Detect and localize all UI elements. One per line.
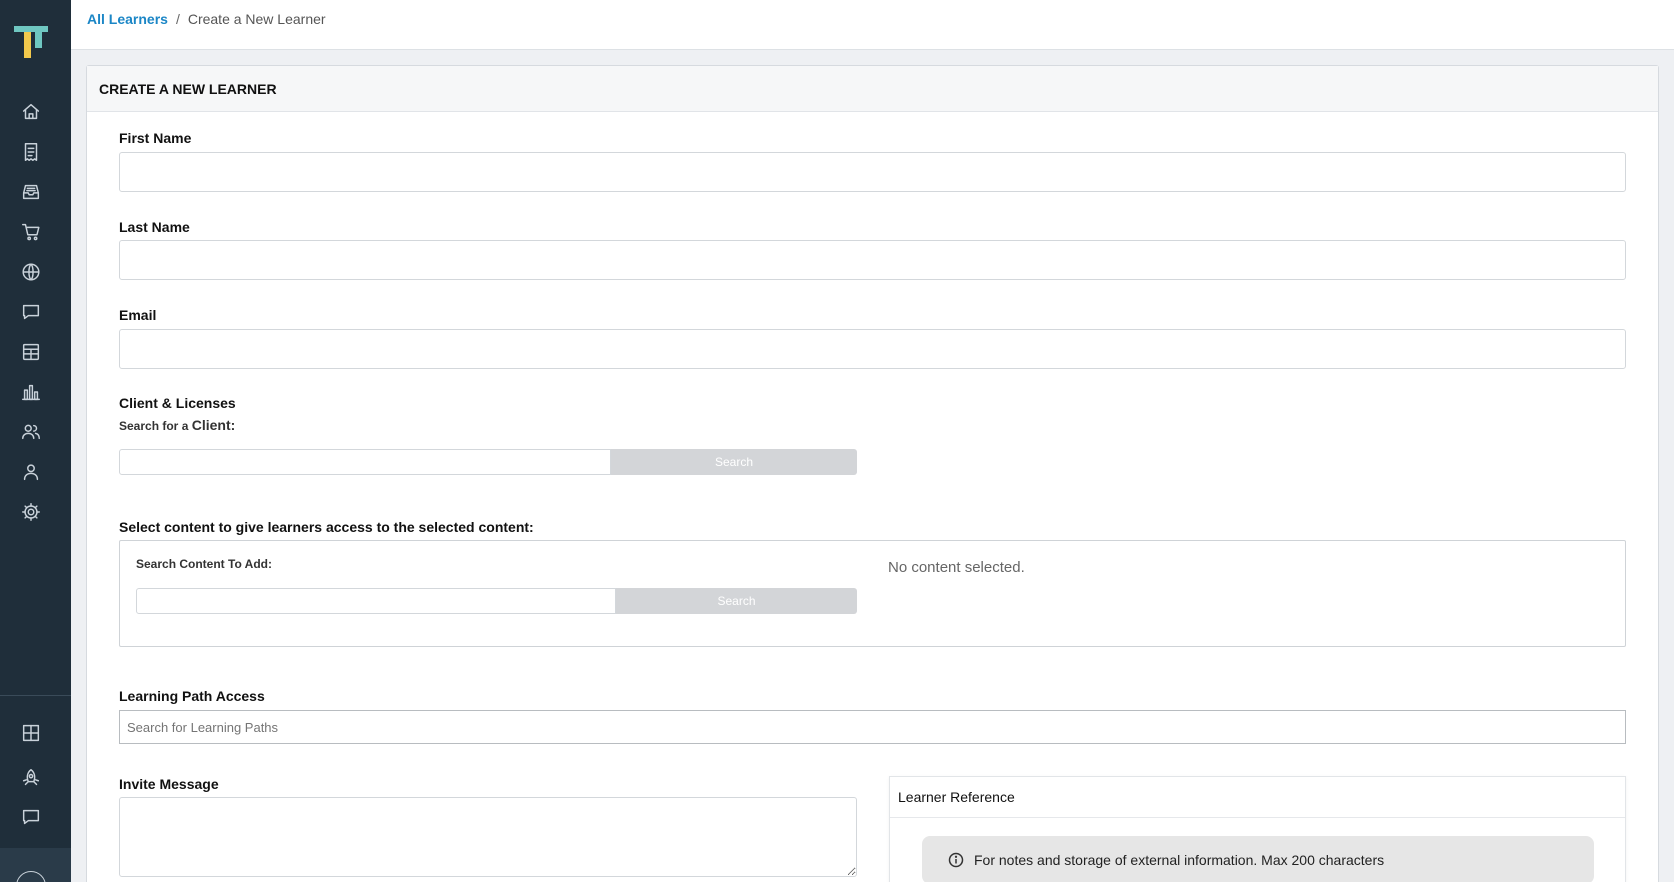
- table-icon[interactable]: [18, 339, 44, 365]
- content-selector: Search Content To Add: Search No content…: [119, 540, 1626, 647]
- receipt-icon[interactable]: [18, 139, 44, 165]
- content-access-label: Select content to give learners access t…: [119, 519, 534, 535]
- users-icon[interactable]: [18, 419, 44, 445]
- gear-icon[interactable]: [18, 499, 44, 525]
- client-search-label: Search for a Client:: [119, 417, 235, 433]
- client-search-target: Client:: [191, 417, 236, 433]
- page-title: CREATE A NEW LEARNER: [87, 66, 1658, 112]
- learner-reference-panel: Learner Reference For notes and storage …: [889, 776, 1626, 882]
- breadcrumb-current: Create a New Learner: [187, 11, 326, 27]
- invite-message-label: Invite Message: [119, 776, 219, 792]
- user-icon[interactable]: [18, 459, 44, 485]
- cart-icon[interactable]: [18, 219, 44, 245]
- breadcrumb-separator: /: [175, 11, 180, 27]
- client-search-prefix: Search for a: [119, 419, 189, 433]
- info-icon: [948, 852, 964, 868]
- learner-reference-info: For notes and storage of external inform…: [922, 836, 1594, 882]
- client-licenses-label: Client & Licenses: [119, 395, 236, 411]
- first-name-label: First Name: [119, 130, 192, 146]
- client-search-button[interactable]: Search: [611, 449, 857, 475]
- content-search-label: Search Content To Add:: [136, 557, 272, 571]
- globe-icon[interactable]: [18, 259, 44, 285]
- last-name-label: Last Name: [119, 219, 190, 235]
- last-name-input[interactable]: [119, 240, 1626, 280]
- first-name-input[interactable]: [119, 152, 1626, 192]
- learning-path-search-input[interactable]: [119, 710, 1626, 744]
- sidebar: [0, 0, 71, 882]
- no-content-text: No content selected.: [888, 559, 1025, 576]
- sidebar-divider: [0, 695, 71, 696]
- content-search-input[interactable]: [136, 588, 616, 614]
- client-search-input[interactable]: [119, 449, 611, 475]
- inbox-icon[interactable]: [18, 179, 44, 205]
- learner-reference-title: Learner Reference: [890, 777, 1625, 818]
- learning-path-label: Learning Path Access: [119, 688, 265, 704]
- chat-icon[interactable]: [18, 299, 44, 325]
- bar-chart-icon[interactable]: [18, 379, 44, 405]
- rocket-icon[interactable]: [18, 765, 44, 791]
- breadcrumb: All Learners / Create a New Learner: [87, 11, 326, 27]
- chat-icon[interactable]: [18, 804, 44, 830]
- email-input[interactable]: [119, 329, 1626, 369]
- learner-reference-info-text: For notes and storage of external inform…: [974, 852, 1385, 868]
- home-icon[interactable]: [18, 99, 44, 125]
- create-learner-card: CREATE A NEW LEARNER First Name Last Nam…: [86, 65, 1659, 882]
- top-bar: All Learners / Create a New Learner: [71, 0, 1674, 50]
- breadcrumb-all-learners-link[interactable]: All Learners: [87, 11, 168, 27]
- email-label: Email: [119, 307, 157, 323]
- grid-icon[interactable]: [18, 720, 44, 746]
- brand-logo[interactable]: [14, 26, 48, 60]
- content-search-button[interactable]: Search: [616, 588, 857, 614]
- invite-message-textarea[interactable]: [119, 797, 857, 877]
